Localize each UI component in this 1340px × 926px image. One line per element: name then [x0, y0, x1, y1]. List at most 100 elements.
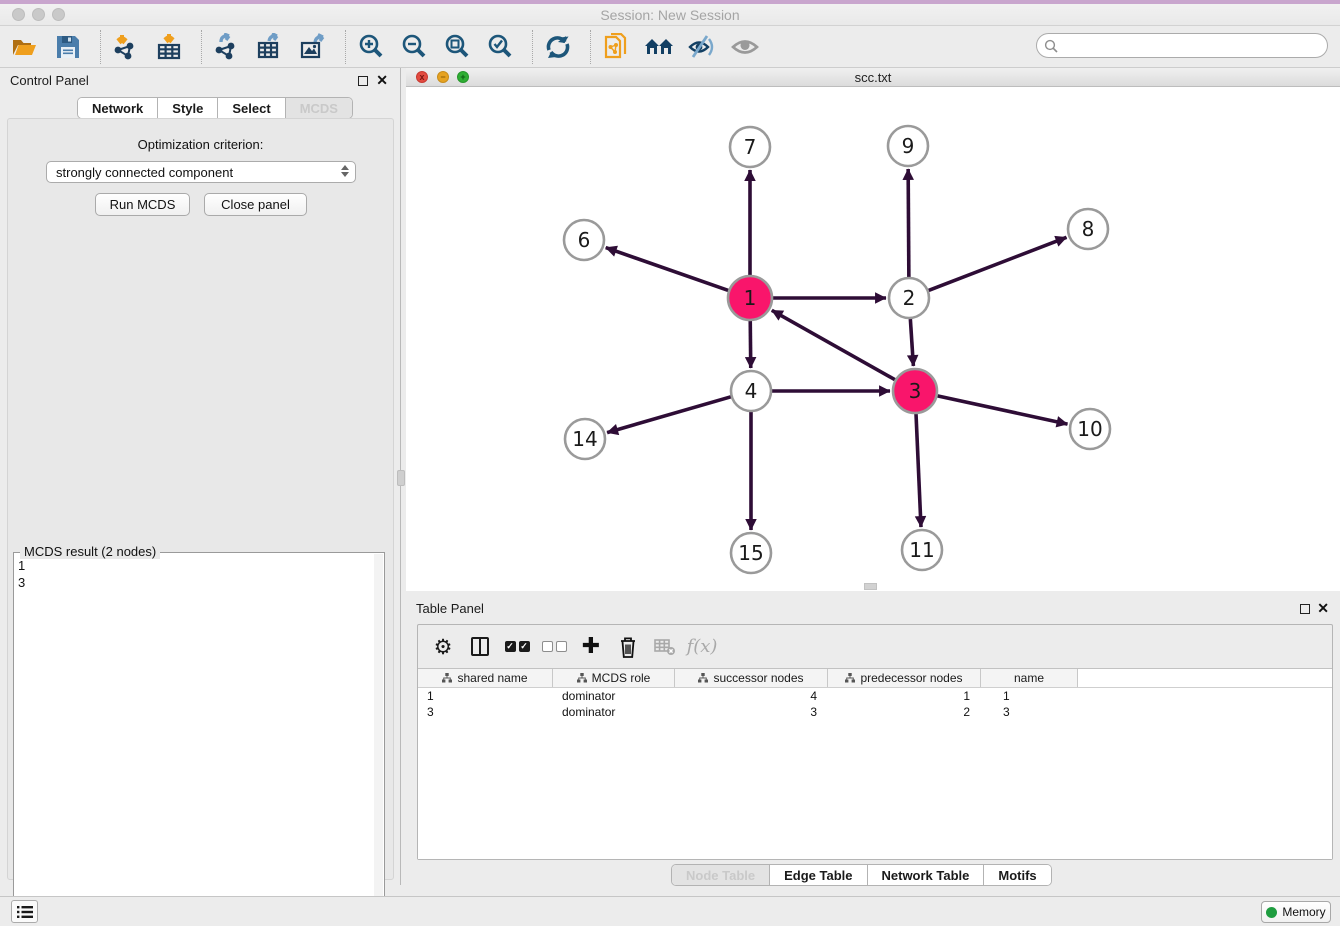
import-table-icon[interactable] [154, 32, 184, 62]
control-panel-header: Control Panel ✕ [0, 68, 400, 94]
hide-selected-icon[interactable] [687, 32, 717, 62]
open-session-icon[interactable] [10, 32, 40, 62]
table-row[interactable]: 1dominator411 [418, 688, 1332, 704]
table-header-row: shared nameMCDS role successor nodes prede… [418, 669, 1332, 688]
zoom-out-icon[interactable] [399, 32, 429, 62]
table-cell[interactable]: dominator [553, 688, 675, 704]
tab-style[interactable]: Style [158, 98, 218, 118]
table-cell[interactable]: 3 [418, 704, 553, 720]
column-header-name[interactable]: name [981, 669, 1078, 687]
graph-edge-4-14[interactable] [607, 397, 731, 433]
deselect-all-rows-icon[interactable] [539, 632, 569, 662]
status-bar: Memory [0, 896, 1340, 926]
duplicate-network-icon[interactable] [601, 32, 631, 62]
zoom-in-icon[interactable] [356, 32, 386, 62]
control-panel-tabs: NetworkStyleSelectMCDS [77, 97, 353, 119]
graph-edge-3-10[interactable] [937, 396, 1067, 424]
graph-edge-2-3[interactable] [910, 319, 913, 366]
search-input[interactable] [1063, 38, 1313, 53]
tab-motifs[interactable]: Motifs [984, 865, 1050, 885]
table-cell[interactable]: 4 [675, 688, 828, 704]
tab-node-table[interactable]: Node Table [672, 865, 770, 885]
graph-node-label: 10 [1077, 417, 1102, 441]
graph-edge-3-11[interactable] [916, 414, 921, 527]
toolbar-divider [100, 30, 101, 64]
column-header-label: name [1014, 671, 1044, 685]
graph-edge-1-6[interactable] [606, 248, 729, 291]
export-image-icon[interactable] [298, 32, 328, 62]
float-panel-icon[interactable] [358, 76, 368, 86]
table-toolbar: ⚙ ✓✓ ✚ f(x) [418, 625, 1332, 668]
close-panel-icon[interactable]: ✕ [376, 72, 388, 89]
column-header-MCDS-role[interactable]: MCDS role [553, 669, 675, 687]
criterion-select-value: strongly connected component [56, 165, 233, 180]
memory-button[interactable]: Memory [1261, 901, 1331, 923]
delete-table-icon [650, 632, 680, 662]
table-cell[interactable]: dominator [553, 704, 675, 720]
graph-edge-2-9[interactable] [908, 169, 909, 277]
save-session-icon[interactable] [53, 32, 83, 62]
network-window-titlebar[interactable]: x − + scc.txt [406, 68, 1340, 87]
table-cell[interactable]: 1 [828, 688, 981, 704]
zoom-fit-icon[interactable] [442, 32, 472, 62]
close-table-panel-icon[interactable]: ✕ [1317, 600, 1329, 617]
column-header-predecessor-nodes[interactable]: predecessor nodes [828, 669, 981, 687]
float-table-panel-icon[interactable] [1300, 604, 1310, 614]
result-line: 3 [18, 574, 25, 591]
hierarchy-icon [442, 673, 452, 683]
column-header-label: predecessor nodes [860, 671, 962, 685]
canvas-splitter-handle[interactable] [864, 583, 877, 590]
run-mcds-button[interactable]: Run MCDS [95, 193, 190, 216]
criterion-select[interactable]: strongly connected component [46, 161, 356, 183]
network-canvas[interactable]: 7968124314101511 [406, 87, 1340, 591]
window-title: Session: New Session [0, 7, 1340, 23]
table-cell[interactable]: 3 [981, 704, 1078, 720]
graph-edge-2-8[interactable] [929, 237, 1067, 290]
select-all-rows-icon[interactable]: ✓✓ [502, 632, 532, 662]
control-panel: Control Panel ✕ NetworkStyleSelectMCDS O… [0, 68, 401, 885]
tab-network-table[interactable]: Network Table [868, 865, 985, 885]
memory-label: Memory [1282, 905, 1325, 919]
graph-node-label: 11 [909, 538, 934, 562]
task-history-button[interactable] [11, 900, 38, 923]
table-row[interactable]: 3dominator323 [418, 704, 1332, 720]
graph-edge-1-4[interactable] [750, 321, 751, 368]
column-header-shared-name[interactable]: shared name [418, 669, 553, 687]
search-field[interactable] [1036, 33, 1328, 58]
show-all-icon[interactable] [730, 32, 760, 62]
column-header-successor-nodes[interactable]: successor nodes [675, 669, 828, 687]
toolbar-divider [345, 30, 346, 64]
column-header-label: successor nodes [713, 671, 803, 685]
graph-node-label: 7 [744, 135, 757, 159]
tab-mcds[interactable]: MCDS [286, 98, 352, 118]
zoom-selected-icon[interactable] [485, 32, 515, 62]
table-cell[interactable]: 3 [675, 704, 828, 720]
export-table-icon[interactable] [255, 32, 285, 62]
apply-layout-icon[interactable] [543, 32, 573, 62]
add-column-icon[interactable]: ✚ [576, 632, 606, 662]
list-icon [17, 905, 33, 919]
table-cell[interactable]: 2 [828, 704, 981, 720]
export-network-icon[interactable] [212, 32, 242, 62]
show-columns-icon[interactable] [465, 632, 495, 662]
hierarchy-icon [845, 673, 855, 683]
first-neighbors-icon[interactable] [644, 32, 674, 62]
network-graph[interactable]: 7968124314101511 [406, 87, 1340, 591]
close-panel-button[interactable]: Close panel [204, 193, 307, 216]
graph-node-label: 1 [744, 286, 757, 310]
tab-select[interactable]: Select [218, 98, 285, 118]
graph-edge-3-1[interactable] [772, 310, 895, 379]
table-cell[interactable]: 1 [981, 688, 1078, 704]
tab-network[interactable]: Network [78, 98, 158, 118]
panel-splitter-handle[interactable] [397, 470, 405, 486]
function-builder-icon: f(x) [687, 632, 717, 662]
delete-columns-icon[interactable] [613, 632, 643, 662]
node-table: shared nameMCDS role successor nodes prede… [418, 668, 1332, 859]
result-scrollbar[interactable] [374, 554, 383, 908]
table-browser: ⚙ ✓✓ ✚ f(x) shared nameMCDS role successo… [417, 624, 1333, 860]
table-settings-icon[interactable]: ⚙ [428, 632, 458, 662]
table-cell[interactable]: 1 [418, 688, 553, 704]
tab-edge-table[interactable]: Edge Table [770, 865, 867, 885]
import-network-icon[interactable] [111, 32, 141, 62]
graph-node-label: 15 [738, 541, 763, 565]
